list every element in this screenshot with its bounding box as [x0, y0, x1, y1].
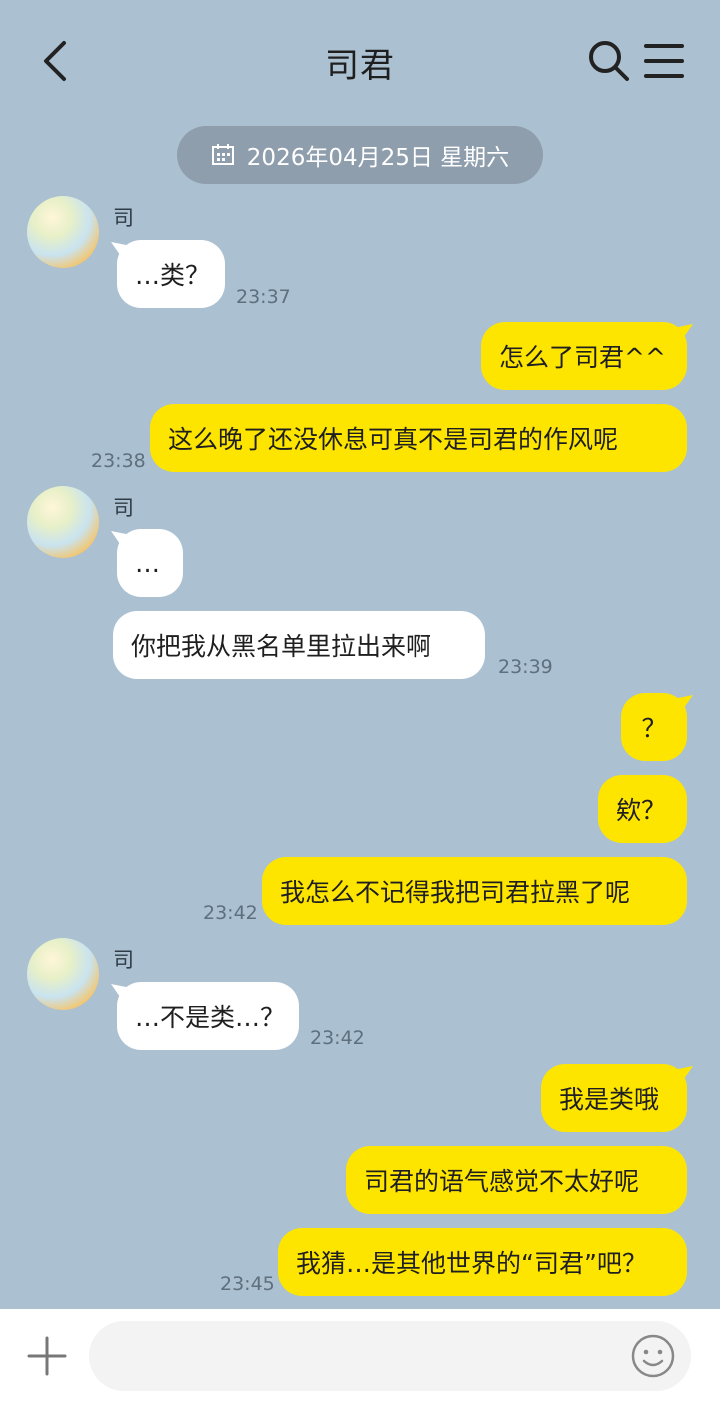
plus-icon[interactable]	[22, 1331, 72, 1381]
avatar[interactable]	[27, 938, 99, 1010]
incoming-message[interactable]: 你把我从黑名单里拉出来啊	[113, 611, 485, 679]
message-time: 23:42	[203, 902, 258, 924]
avatar[interactable]	[27, 196, 99, 268]
outgoing-message[interactable]: 欸？	[598, 775, 687, 843]
sender-name: 司	[113, 206, 134, 230]
message-time: 23:42	[310, 1027, 365, 1049]
avatar[interactable]	[27, 486, 99, 558]
message-time: 23:39	[498, 656, 553, 678]
message-time: 23:38	[91, 450, 146, 472]
outgoing-message[interactable]: ？	[621, 693, 693, 761]
incoming-message[interactable]: …类？	[111, 240, 225, 308]
input-bar	[0, 1309, 720, 1401]
menu-icon[interactable]	[642, 38, 688, 84]
outgoing-message[interactable]: 我怎么不记得我把司君拉黑了呢	[262, 857, 687, 925]
sender-name: 司	[113, 948, 134, 972]
message-time: 23:45	[220, 1273, 275, 1295]
message-time: 23:37	[236, 286, 291, 308]
outgoing-message[interactable]: 我猜…是其他世界的“司君”吧？	[278, 1228, 687, 1296]
search-icon[interactable]	[586, 38, 632, 84]
date-divider: 2026年04月25日 星期六	[177, 126, 543, 184]
outgoing-message[interactable]: 我是类哦	[541, 1064, 693, 1132]
chat-header: 司君	[0, 0, 720, 120]
date-text: 2026年04月25日 星期六	[246, 145, 510, 171]
outgoing-message[interactable]: 这么晚了还没休息可真不是司君的作风呢	[150, 404, 687, 472]
incoming-message[interactable]: …	[111, 529, 183, 597]
incoming-message[interactable]: …不是类…？	[111, 982, 299, 1050]
calendar-icon	[211, 144, 234, 165]
emoji-icon[interactable]	[630, 1333, 676, 1379]
message-input[interactable]	[89, 1321, 691, 1391]
sender-name: 司	[113, 496, 134, 520]
outgoing-message[interactable]: 司君的语气感觉不太好呢	[346, 1146, 687, 1214]
outgoing-message[interactable]: 怎么了司君^^	[481, 322, 693, 390]
